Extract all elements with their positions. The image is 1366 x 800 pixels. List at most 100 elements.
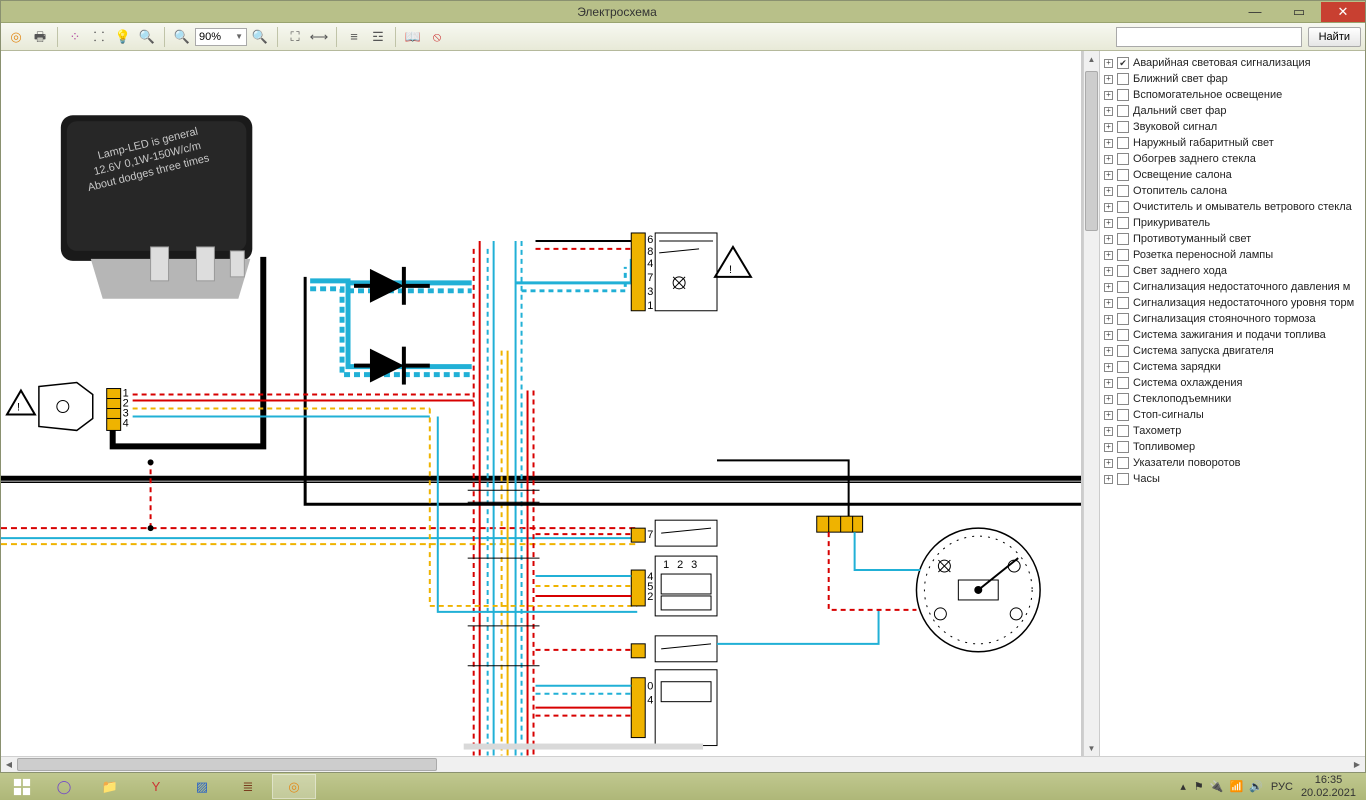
tree-expand-icon[interactable]: + xyxy=(1104,299,1113,308)
tool-stop-button[interactable]: ⦸ xyxy=(426,26,448,48)
tree-item[interactable]: +Указатели поворотов xyxy=(1102,455,1363,471)
tree-expand-icon[interactable]: + xyxy=(1104,443,1113,452)
wifi-icon[interactable]: 📶 xyxy=(1230,780,1244,793)
tree-checkbox[interactable] xyxy=(1117,409,1129,421)
tree-checkbox[interactable] xyxy=(1117,233,1129,245)
tree-checkbox[interactable] xyxy=(1117,281,1129,293)
tree-expand-icon[interactable]: + xyxy=(1104,187,1113,196)
tree-checkbox[interactable] xyxy=(1117,121,1129,133)
tree-expand-icon[interactable]: + xyxy=(1104,139,1113,148)
tree-expand-icon[interactable]: + xyxy=(1104,59,1113,68)
tree-item[interactable]: +Наружный габаритный свет xyxy=(1102,135,1363,151)
tree-expand-icon[interactable]: + xyxy=(1104,347,1113,356)
tree-checkbox[interactable] xyxy=(1117,105,1129,117)
tool-search-button[interactable]: 🔍 xyxy=(136,26,158,48)
tree-expand-icon[interactable]: + xyxy=(1104,219,1113,228)
tree-item[interactable]: +Розетка переносной лампы xyxy=(1102,247,1363,263)
tree-expand-icon[interactable]: + xyxy=(1104,235,1113,244)
tree-item[interactable]: +Звуковой сигнал xyxy=(1102,119,1363,135)
tree-item[interactable]: +Система зарядки xyxy=(1102,359,1363,375)
titlebar[interactable]: Электросхема — ▭ ✕ xyxy=(1,1,1365,23)
maximize-button[interactable]: ▭ xyxy=(1277,2,1321,22)
scroll-right-icon[interactable]: ▶ xyxy=(1349,757,1365,773)
tool-steering-app-icon[interactable]: ◎ xyxy=(5,26,27,48)
flag-icon[interactable]: ⚑ xyxy=(1194,780,1204,793)
tree-item[interactable]: +Система запуска двигателя xyxy=(1102,343,1363,359)
volume-icon[interactable]: 🔊 xyxy=(1249,780,1263,793)
zoom-combo[interactable]: 90% ▼ xyxy=(195,28,247,46)
tree-expand-icon[interactable]: + xyxy=(1104,267,1113,276)
tree-expand-icon[interactable]: + xyxy=(1104,475,1113,484)
clock[interactable]: 16:35 20.02.2021 xyxy=(1301,774,1356,799)
scroll-up-icon[interactable]: ▲ xyxy=(1084,51,1099,67)
scroll-track[interactable] xyxy=(17,757,1349,772)
tree-checkbox[interactable] xyxy=(1117,153,1129,165)
taskbar-app-browser-round[interactable]: ◯ xyxy=(42,774,86,799)
tool-print-button[interactable]: 🖶 xyxy=(29,26,51,48)
tree-item[interactable]: +Освещение салона xyxy=(1102,167,1363,183)
tree-item[interactable]: +Ближний свет фар xyxy=(1102,71,1363,87)
tree-item[interactable]: +Система зажигания и подачи топлива xyxy=(1102,327,1363,343)
tray-chevron-up-icon[interactable]: ▴ xyxy=(1180,780,1186,793)
tree-item[interactable]: +Прикуриватель xyxy=(1102,215,1363,231)
tree-checkbox[interactable] xyxy=(1117,265,1129,277)
power-icon[interactable]: 🔌 xyxy=(1210,780,1224,793)
tool-measure-button[interactable]: ⟷ xyxy=(308,26,330,48)
tree-expand-icon[interactable]: + xyxy=(1104,411,1113,420)
tree-checkbox[interactable] xyxy=(1117,393,1129,405)
tree-expand-icon[interactable]: + xyxy=(1104,331,1113,340)
tool-select-button[interactable]: ⛶ xyxy=(284,26,306,48)
tree-expand-icon[interactable]: + xyxy=(1104,155,1113,164)
horizontal-scrollbar[interactable]: ◀ ▶ xyxy=(1,756,1365,772)
tree-expand-icon[interactable]: + xyxy=(1104,395,1113,404)
tree-checkbox[interactable]: ✔ xyxy=(1117,57,1129,69)
tool-list-button[interactable]: ≡ xyxy=(343,26,365,48)
tree-item[interactable]: +Отопитель салона xyxy=(1102,183,1363,199)
tree-item[interactable]: +Очиститель и омыватель ветрового стекла xyxy=(1102,199,1363,215)
tree-item[interactable]: +Система охлаждения xyxy=(1102,375,1363,391)
tree-item[interactable]: +Сигнализация недостаточного давления м xyxy=(1102,279,1363,295)
tree-item[interactable]: +Топливомер xyxy=(1102,439,1363,455)
tree-item[interactable]: +Свет заднего хода xyxy=(1102,263,1363,279)
find-button[interactable]: Найти xyxy=(1308,27,1361,47)
tree-checkbox[interactable] xyxy=(1117,297,1129,309)
tree-checkbox[interactable] xyxy=(1117,137,1129,149)
tree-checkbox[interactable] xyxy=(1117,329,1129,341)
taskbar-app-photos[interactable]: ▨ xyxy=(180,774,224,799)
tool-legend-button[interactable]: ☲ xyxy=(367,26,389,48)
zoom-out-button[interactable]: 🔍 xyxy=(171,26,193,48)
tree-checkbox[interactable] xyxy=(1117,249,1129,261)
taskbar-app-current[interactable]: ◎ xyxy=(272,774,316,799)
vertical-scrollbar[interactable]: ▲ ▼ xyxy=(1083,51,1099,756)
tool-book-button[interactable]: 📖 xyxy=(402,26,424,48)
tree-expand-icon[interactable]: + xyxy=(1104,171,1113,180)
tree-item[interactable]: +Сигнализация недостаточного уровня торм xyxy=(1102,295,1363,311)
tree-expand-icon[interactable]: + xyxy=(1104,203,1113,212)
tree-checkbox[interactable] xyxy=(1117,457,1129,469)
tree-expand-icon[interactable]: + xyxy=(1104,315,1113,324)
tree-checkbox[interactable] xyxy=(1117,313,1129,325)
tree-checkbox[interactable] xyxy=(1117,361,1129,373)
tree-expand-icon[interactable]: + xyxy=(1104,123,1113,132)
tree-expand-icon[interactable]: + xyxy=(1104,379,1113,388)
tree-checkbox[interactable] xyxy=(1117,217,1129,229)
tree-item[interactable]: +Тахометр xyxy=(1102,423,1363,439)
search-input[interactable] xyxy=(1116,27,1302,47)
tree-item[interactable]: +Стеклоподъемники xyxy=(1102,391,1363,407)
tree-expand-icon[interactable]: + xyxy=(1104,107,1113,116)
tree-checkbox[interactable] xyxy=(1117,185,1129,197)
tree-expand-icon[interactable]: + xyxy=(1104,75,1113,84)
tool-nodes-button[interactable]: ⸬ xyxy=(88,26,110,48)
tree-checkbox[interactable] xyxy=(1117,377,1129,389)
minimize-button[interactable]: — xyxy=(1233,2,1277,22)
tree-item[interactable]: +Дальний свет фар xyxy=(1102,103,1363,119)
tree-checkbox[interactable] xyxy=(1117,201,1129,213)
tree-item[interactable]: +Стоп-сигналы xyxy=(1102,407,1363,423)
tree-expand-icon[interactable]: + xyxy=(1104,459,1113,468)
tree-item[interactable]: +✔Аварийная световая сигнализация xyxy=(1102,55,1363,71)
start-button[interactable] xyxy=(4,774,40,799)
tool-highlight-button[interactable]: 💡 xyxy=(112,26,134,48)
taskbar-app-winrar[interactable]: ≣ xyxy=(226,774,270,799)
tree-item[interactable]: +Вспомогательное освещение xyxy=(1102,87,1363,103)
tree-checkbox[interactable] xyxy=(1117,89,1129,101)
